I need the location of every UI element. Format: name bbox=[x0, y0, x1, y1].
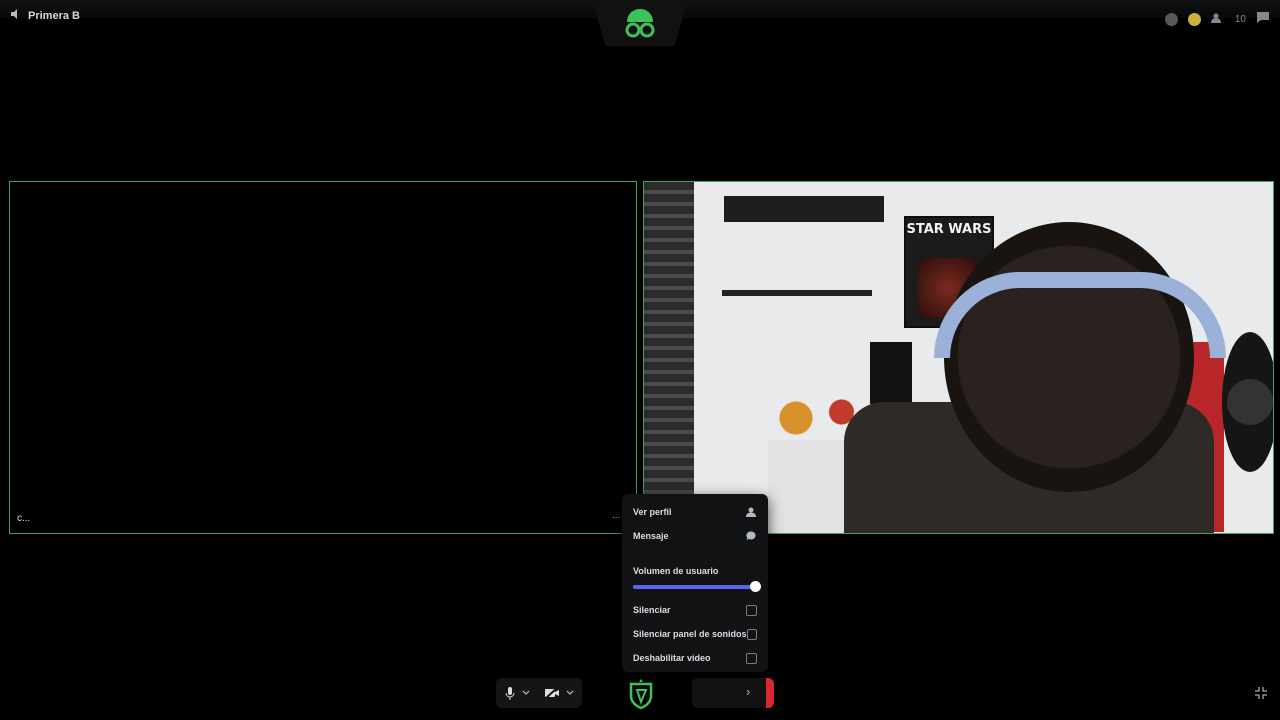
avatar[interactable] bbox=[1164, 12, 1178, 26]
menu-item-label: Mensaje bbox=[633, 531, 669, 541]
user-icon bbox=[745, 506, 757, 518]
participant-name: c... bbox=[17, 513, 31, 524]
nerd-logo-icon bbox=[625, 9, 655, 38]
chevron-down-icon[interactable] bbox=[522, 690, 530, 696]
user-context-menu: Ver perfil Mensaje Volumen de usuario Si… bbox=[622, 494, 768, 672]
avatar[interactable] bbox=[1187, 12, 1201, 26]
menu-item-label: Deshabilitar video bbox=[633, 653, 711, 663]
menu-item-mute[interactable]: Silenciar bbox=[633, 601, 757, 619]
end-call-button[interactable]: › bbox=[692, 678, 774, 708]
shield-icon bbox=[629, 679, 653, 710]
camera-off-icon[interactable] bbox=[544, 686, 560, 700]
volume-fill bbox=[633, 585, 755, 589]
webcam-fan bbox=[1222, 332, 1273, 472]
menu-item-label: Silenciar panel de sonidos bbox=[633, 629, 747, 639]
top-right-status: 10 bbox=[1164, 10, 1270, 28]
chevron-right-icon: › bbox=[746, 684, 751, 699]
mute-checkbox[interactable] bbox=[746, 604, 757, 616]
webcam-headphones bbox=[934, 272, 1226, 358]
speaker-icon bbox=[10, 8, 22, 23]
logo-tab bbox=[592, 0, 688, 46]
menu-item-view-profile[interactable]: Ver perfil bbox=[633, 503, 757, 521]
more-indicator: ... bbox=[612, 510, 621, 521]
user-volume-slider[interactable] bbox=[633, 581, 761, 592]
collapse-icon[interactable] bbox=[1254, 686, 1268, 705]
mic-control[interactable] bbox=[496, 678, 582, 708]
chat-bubble-icon bbox=[745, 530, 757, 542]
disable-video-checkbox[interactable] bbox=[746, 652, 757, 664]
volume-knob[interactable] bbox=[750, 581, 761, 592]
channel-header[interactable]: Primera B bbox=[10, 8, 80, 23]
menu-item-mute-soundboard[interactable]: Silenciar panel de sonidos bbox=[633, 625, 757, 643]
webcam-blinds bbox=[644, 182, 694, 533]
activity-button[interactable] bbox=[624, 678, 658, 710]
users-icon bbox=[1210, 10, 1225, 28]
video-tile-left[interactable]: c... bbox=[9, 181, 637, 534]
menu-item-message[interactable]: Mensaje bbox=[633, 527, 757, 545]
user-count: 10 bbox=[1234, 13, 1246, 25]
mute-soundboard-checkbox[interactable] bbox=[746, 628, 757, 640]
channel-name: Primera B bbox=[28, 9, 80, 22]
call-controls bbox=[496, 678, 590, 708]
video-tile-right[interactable]: STAR WARS bbox=[643, 181, 1274, 534]
menu-item-label: Ver perfil bbox=[633, 507, 672, 517]
poster-text: STAR WARS bbox=[906, 222, 992, 237]
chevron-down-icon[interactable] bbox=[566, 690, 574, 696]
menu-item-disable-video[interactable]: Deshabilitar video bbox=[633, 649, 757, 667]
volume-label: Volumen de usuario bbox=[633, 566, 719, 576]
webcam-shelf bbox=[722, 290, 872, 296]
chat-icon[interactable] bbox=[1256, 10, 1270, 28]
menu-item-label: Silenciar bbox=[633, 605, 671, 615]
microphone-icon[interactable] bbox=[504, 686, 516, 700]
webcam-shelf bbox=[724, 196, 884, 222]
